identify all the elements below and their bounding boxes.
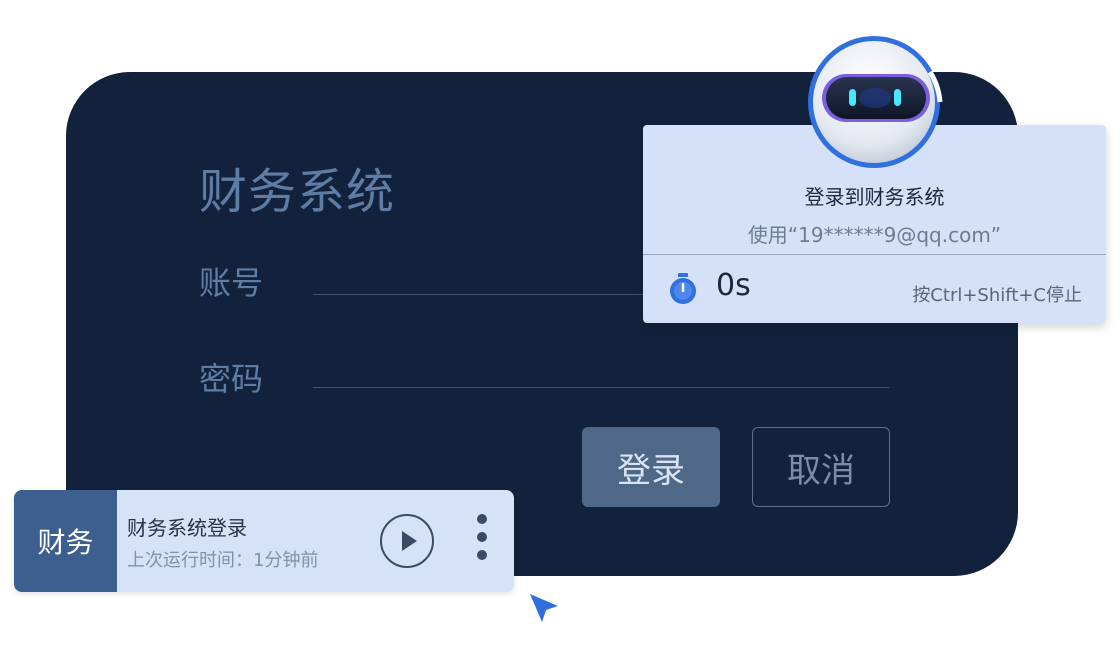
login-button[interactable]: 登录: [582, 427, 720, 507]
page-title: 财务系统: [199, 164, 396, 220]
recording-title: 登录到财务系统: [804, 185, 945, 209]
play-button[interactable]: [380, 514, 434, 568]
recording-timer: 0s: [716, 268, 751, 303]
stop-hint: 按Ctrl+Shift+C停止: [912, 285, 1082, 306]
play-icon: [402, 531, 417, 551]
task-badge: 财务: [14, 490, 117, 592]
more-vertical-icon: [477, 514, 487, 524]
task-last-run: 上次运行时间：1分钟前: [127, 550, 319, 571]
account-label: 账号: [199, 264, 264, 302]
more-options-button[interactable]: [472, 514, 492, 570]
cancel-button[interactable]: 取消: [752, 427, 890, 507]
stopwatch-icon: [670, 273, 696, 304]
task-name: 财务系统登录: [127, 516, 247, 540]
recording-subtitle: 使用“19******9@qq.com”: [747, 223, 1002, 247]
password-label: 密码: [199, 360, 264, 398]
task-card[interactable]: 财务 财务系统登录 上次运行时间：1分钟前: [14, 490, 514, 592]
divider: [643, 254, 1106, 255]
mouse-cursor-icon: [530, 594, 558, 622]
robot-avatar-icon: [808, 36, 943, 168]
password-field[interactable]: [313, 387, 889, 388]
